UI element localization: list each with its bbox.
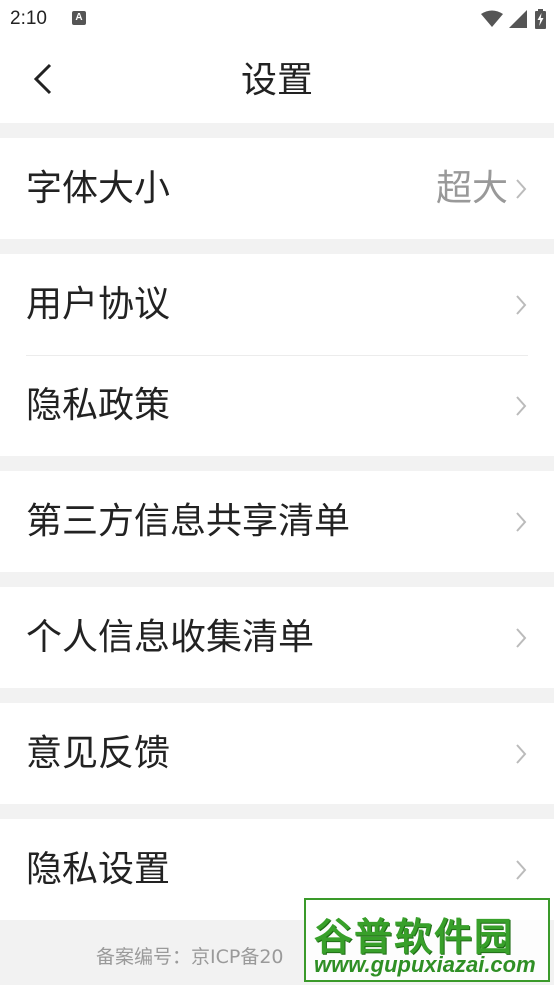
chevron-right-icon [514, 177, 528, 201]
settings-item-label: 意见反馈 [26, 732, 171, 774]
chevron-right-icon [514, 510, 528, 534]
status-bar: 2:10 A [0, 0, 554, 40]
chevron-right-icon [514, 394, 528, 418]
signal-icon [509, 10, 527, 28]
settings-item-label: 隐私政策 [26, 384, 171, 426]
settings-group-feedback: 意见反馈 [0, 703, 554, 804]
chevron-right-icon [514, 858, 528, 882]
page-title: 设置 [240, 60, 313, 101]
settings-item-label: 隐私设置 [26, 848, 171, 890]
settings-item-font-size[interactable]: 字体大小 超大 [0, 138, 554, 239]
settings-item-user-agreement[interactable]: 用户协议 [0, 254, 554, 355]
settings-group-third-party: 第三方信息共享清单 [0, 471, 554, 572]
settings-item-label: 用户协议 [26, 283, 171, 325]
settings-group-personal-info: 个人信息收集清单 [0, 587, 554, 688]
settings-group-font: 字体大小 超大 [0, 138, 554, 239]
settings-item-value: 超大 [435, 167, 508, 209]
battery-charging-icon [535, 9, 546, 29]
settings-item-third-party-list[interactable]: 第三方信息共享清单 [0, 471, 554, 572]
status-time: 2:10 [10, 8, 47, 29]
wifi-icon [481, 10, 503, 28]
title-bar: 设置 [0, 40, 554, 123]
settings-group-agreements: 用户协议 隐私政策 [0, 254, 554, 456]
settings-list: 字体大小 超大 用户协议 隐私政策 第三方信息共享清单 个人信息收集清单 意见反… [0, 123, 554, 920]
settings-item-privacy-policy[interactable]: 隐私政策 [0, 355, 554, 456]
settings-item-personal-info-list[interactable]: 个人信息收集清单 [0, 587, 554, 688]
chevron-right-icon [514, 293, 528, 317]
watermark-logo: 谷普软件园 www.gupuxiazai.com [304, 898, 550, 982]
chevron-right-icon [514, 742, 528, 766]
settings-item-feedback[interactable]: 意见反馈 [0, 703, 554, 804]
notification-a-icon: A [72, 11, 86, 25]
settings-item-label: 字体大小 [26, 167, 171, 209]
watermark-url: www.gupuxiazai.com [314, 952, 536, 977]
settings-item-label: 第三方信息共享清单 [26, 500, 351, 542]
icp-record-text: 备案编号：京ICP备20 [96, 946, 284, 968]
settings-item-label: 个人信息收集清单 [26, 616, 315, 658]
chevron-right-icon [514, 626, 528, 650]
status-indicators [481, 7, 546, 31]
